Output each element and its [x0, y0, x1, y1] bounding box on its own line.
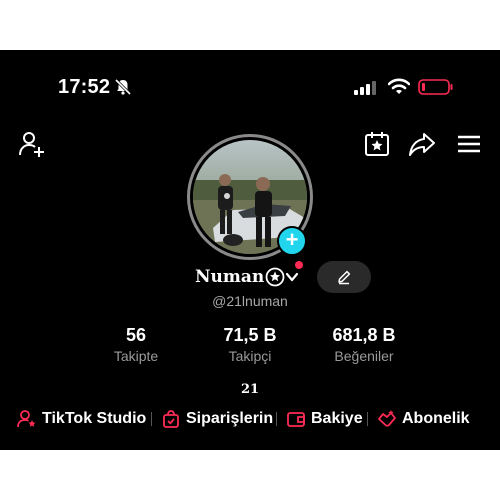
quick-link-orders[interactable]: Siparişlerin [161, 407, 273, 431]
quick-link-subscription[interactable]: Abonelik [377, 407, 470, 431]
stat-followers-value: 71,5 B [223, 325, 277, 345]
person-star-icon [17, 410, 36, 428]
stat-following-value: 56 [125, 325, 147, 345]
share-arrow-icon[interactable] [408, 130, 436, 158]
quick-link-balance[interactable]: Bakiye [286, 407, 363, 431]
divider [276, 412, 277, 426]
shopping-bag-icon [163, 410, 179, 428]
stat-likes[interactable]: 681,8 B Beğeniler [314, 325, 414, 364]
bell-off-icon [114, 78, 132, 96]
quick-link-label: TikTok Studio [42, 410, 147, 427]
quick-link-label: Abonelik [402, 410, 470, 427]
profile-bio: 21 [240, 382, 260, 397]
handshake-star-icon [378, 410, 396, 427]
menu-hamburger-icon[interactable] [455, 130, 483, 158]
divider [151, 412, 152, 426]
stat-followers[interactable]: 71,5 B Takipçi [200, 325, 300, 364]
stat-following-label: Takipte [113, 348, 159, 364]
notification-dot [295, 261, 303, 269]
cellular-signal-icon [354, 81, 376, 95]
stat-followers-label: Takipçi [228, 348, 272, 364]
quick-link-label: Bakiye [311, 410, 363, 427]
quick-links-bar: TikTok Studio Siparişlerin Bakiye Abonel… [0, 407, 500, 431]
edit-profile-button[interactable] [317, 261, 371, 293]
chevron-down-icon[interactable] [285, 270, 299, 284]
quick-link-tiktok-studio[interactable]: TikTok Studio [17, 407, 146, 431]
pencil-icon [338, 270, 351, 285]
wifi-icon [388, 78, 410, 94]
add-story-plus-button[interactable]: + [277, 226, 307, 256]
stat-likes-value: 681,8 B [332, 325, 396, 345]
stat-likes-label: Beğeniler [334, 348, 394, 364]
profile-screen: 17:52 + Numan @21lnuman 56 Takipte 71,5 … [0, 50, 500, 450]
profile-handle: @21lnuman [212, 293, 288, 309]
status-time: 17:52 [58, 76, 111, 98]
calendar-star-icon[interactable] [363, 130, 391, 158]
wallet-icon [287, 412, 305, 427]
stat-following[interactable]: 56 Takipte [96, 325, 176, 364]
quick-link-label: Siparişlerin [186, 410, 274, 427]
add-friend-icon[interactable] [18, 130, 46, 158]
profile-name: Numan [195, 267, 265, 287]
divider [367, 412, 368, 426]
verified-star-icon [265, 267, 285, 287]
battery-low-icon [418, 79, 453, 95]
